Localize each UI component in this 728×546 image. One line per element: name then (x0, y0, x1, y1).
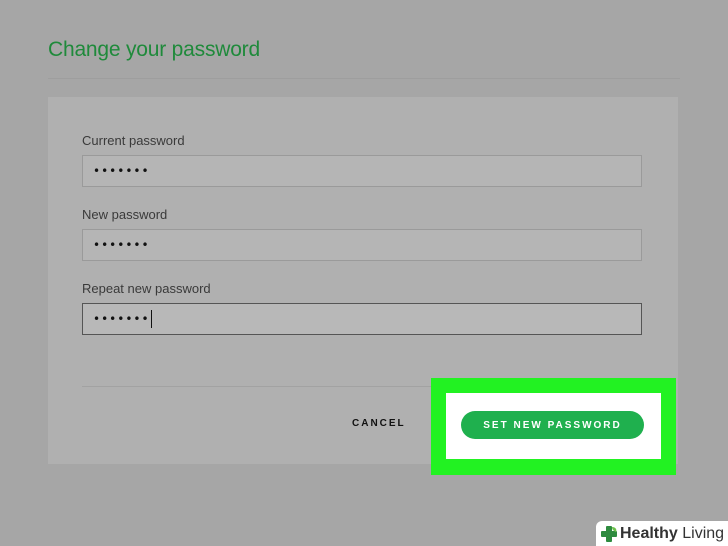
watermark-text: Healthy Living (620, 525, 724, 543)
page-title: Change your password (48, 38, 260, 61)
cancel-button[interactable]: CANCEL (352, 418, 406, 429)
new-password-value: ••••••• (93, 238, 150, 252)
title-divider (48, 78, 680, 79)
repeat-password-value: ••••••• (93, 312, 150, 326)
watermark-brand-light: Living (677, 524, 725, 542)
watermark-brand-bold: Healthy (620, 524, 678, 542)
current-password-value: ••••••• (93, 164, 150, 178)
set-new-password-button[interactable]: SET NEW PASSWORD (461, 411, 644, 439)
repeat-password-label: Repeat new password (82, 281, 211, 296)
text-caret (150, 310, 152, 328)
watermark-badge: Healthy Living (596, 521, 728, 546)
new-password-label: New password (82, 207, 168, 222)
current-password-field[interactable]: ••••••• (82, 155, 642, 187)
current-password-label: Current password (82, 133, 185, 148)
new-password-field[interactable]: ••••••• (82, 229, 642, 261)
plus-leaf-icon (601, 525, 617, 542)
repeat-password-field[interactable]: ••••••• (82, 303, 642, 335)
